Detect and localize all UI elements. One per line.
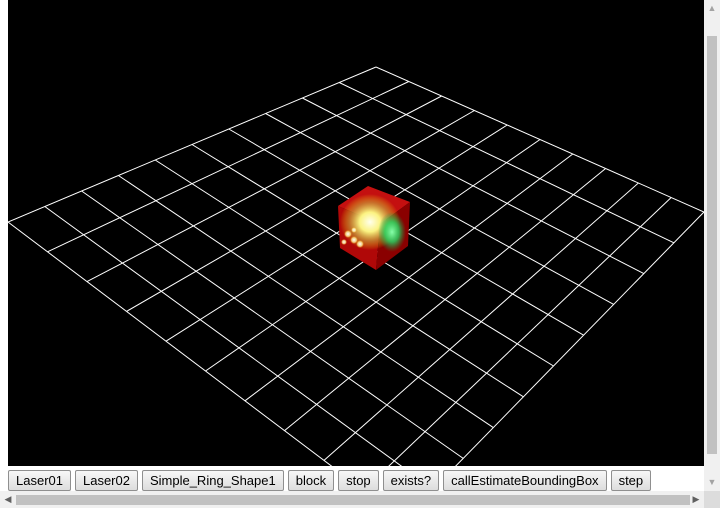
horizontal-scrollbar-thumb[interactable] — [16, 495, 690, 505]
3d-scene[interactable] — [8, 0, 704, 466]
step-button[interactable]: step — [610, 470, 652, 491]
grid-line — [388, 197, 672, 466]
block-button[interactable]: block — [287, 470, 335, 491]
simple-ring-shape1-button[interactable]: Simple_Ring_Shape1 — [141, 470, 284, 491]
exists-button[interactable]: exists? — [382, 470, 440, 491]
spark-particle — [344, 230, 352, 238]
green-light-glow — [378, 212, 406, 252]
toolbar: Laser01 Laser02 Simple_Ring_Shape1 block… — [8, 470, 652, 492]
grid-line — [8, 221, 333, 466]
call-estimate-bounding-box-button[interactable]: callEstimateBoundingBox — [443, 470, 607, 491]
scroll-left-arrow-icon[interactable]: ◀ — [0, 491, 16, 508]
laser02-button[interactable]: Laser02 — [74, 470, 138, 491]
grid-line — [455, 211, 704, 466]
floor-grid — [8, 66, 704, 466]
scroll-up-arrow-icon[interactable]: ▲ — [704, 0, 720, 16]
scrollbar-corner — [704, 491, 720, 508]
horizontal-scrollbar[interactable]: ◀ ▶ — [0, 491, 704, 508]
stop-button[interactable]: stop — [338, 470, 379, 491]
grid-line — [244, 153, 574, 402]
3d-viewport[interactable] — [8, 0, 704, 466]
vertical-scrollbar[interactable]: ▲ ▼ — [704, 0, 720, 491]
grid-line — [284, 168, 606, 431]
grid-line — [154, 159, 524, 398]
scroll-down-arrow-icon[interactable]: ▼ — [704, 474, 720, 490]
spark-particle — [351, 227, 357, 233]
spark-particle — [341, 239, 347, 245]
spark-particle — [356, 240, 364, 248]
vertical-scrollbar-thumb[interactable] — [707, 36, 717, 454]
scroll-right-arrow-icon[interactable]: ▶ — [688, 491, 704, 508]
laser01-button[interactable]: Laser01 — [8, 470, 71, 491]
